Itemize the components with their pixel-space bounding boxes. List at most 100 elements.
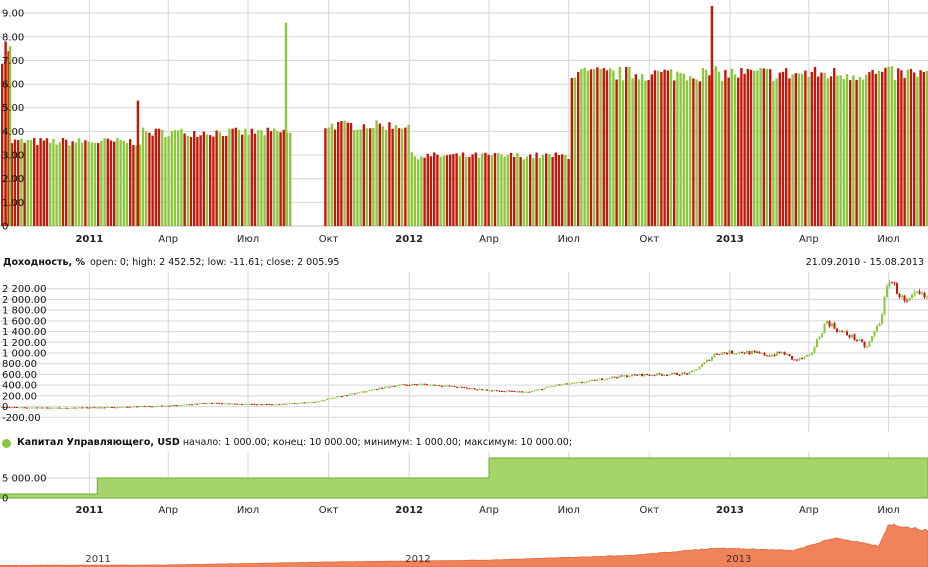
bar [407,124,410,226]
candle [266,404,268,405]
bar [113,141,116,226]
x-tick-label: 2012 [395,234,423,245]
candle [83,407,86,409]
bar [433,152,436,226]
candle [363,391,366,393]
bar [897,68,900,226]
bar [282,129,285,226]
bar [548,154,551,226]
candle [383,386,386,389]
x-tick-label: Июл [877,234,899,245]
bar [724,69,727,226]
candle [531,391,533,393]
bar [346,122,349,226]
candle [911,294,913,299]
bar [391,128,394,226]
x-tick-label: Окт [319,234,339,245]
candle [256,404,258,406]
candle [36,407,38,409]
candle [286,403,288,405]
y-tick-label: 1 600.00 [2,316,47,327]
candle [196,403,198,405]
candle [903,295,906,301]
bar [740,68,743,226]
bar [903,77,906,226]
capital-panel: 0 5 000.00 2011 Апр Июл Окт 2012 Апр Июл Окт 2013… [0,452,928,522]
candle [71,407,73,409]
x-tick-label: Окт [319,505,339,516]
candle [306,402,308,404]
bar [577,71,580,227]
candle [333,397,336,399]
bar [36,144,39,226]
bar [573,77,577,226]
candle [211,402,213,404]
candle [416,384,418,386]
bar [861,79,865,226]
candle [51,407,53,409]
candle [441,385,443,387]
bar [420,156,423,226]
bar [625,67,628,226]
yield-panel: -200.00 0 200.00 400.00 600.00 800.00 1 000.00… [0,272,928,432]
candle [283,403,286,405]
navigator-chart[interactable]: 2011 2012 2013 [0,524,928,567]
bar [183,133,186,226]
y-tick-label: 0 [2,494,8,505]
candle [773,354,776,356]
bar [493,153,497,226]
bar [33,138,36,226]
bar [586,70,589,226]
bar [244,128,247,226]
candle [838,330,841,332]
candle [138,406,141,408]
x-tick-label: 2013 [716,505,744,516]
candle [571,382,573,384]
candle [93,407,96,409]
candle [883,297,886,315]
bar [676,71,679,226]
bar [842,79,845,226]
candle [638,373,641,376]
bar [340,121,343,226]
bar [55,144,58,226]
candle [736,353,738,355]
candle [316,401,318,403]
candle [626,375,628,377]
date-range: 21.09.2010 - 15.08.2013 [805,257,924,268]
candle [21,407,23,409]
candle [161,405,163,407]
candle [741,351,743,353]
bar [199,135,202,226]
bar [84,140,87,226]
candle [353,393,356,395]
bar [39,138,42,226]
candle [806,355,808,357]
bar [481,153,484,226]
candle [898,293,901,298]
bar [525,156,529,226]
candle [521,391,523,393]
candle [81,407,83,409]
y-tick-label: 1 000.00 [2,349,47,360]
candle [23,407,26,409]
candle [451,385,453,387]
bar [733,74,737,227]
candle [301,402,303,404]
candle [581,382,583,384]
bar [868,72,871,226]
bar [349,123,353,226]
candle [561,384,563,386]
y-tick-label: 5 000.00 [2,474,47,485]
navigator-panel[interactable]: 2011 2012 2013 [0,524,928,567]
navigator-year-label: 2013 [726,554,751,565]
candle [536,389,538,391]
bar [503,156,506,226]
candle [771,354,773,357]
candle [843,331,846,333]
candle [636,374,638,376]
bar [538,158,541,226]
candle [251,403,253,405]
candle [48,407,51,409]
candle [86,407,88,409]
